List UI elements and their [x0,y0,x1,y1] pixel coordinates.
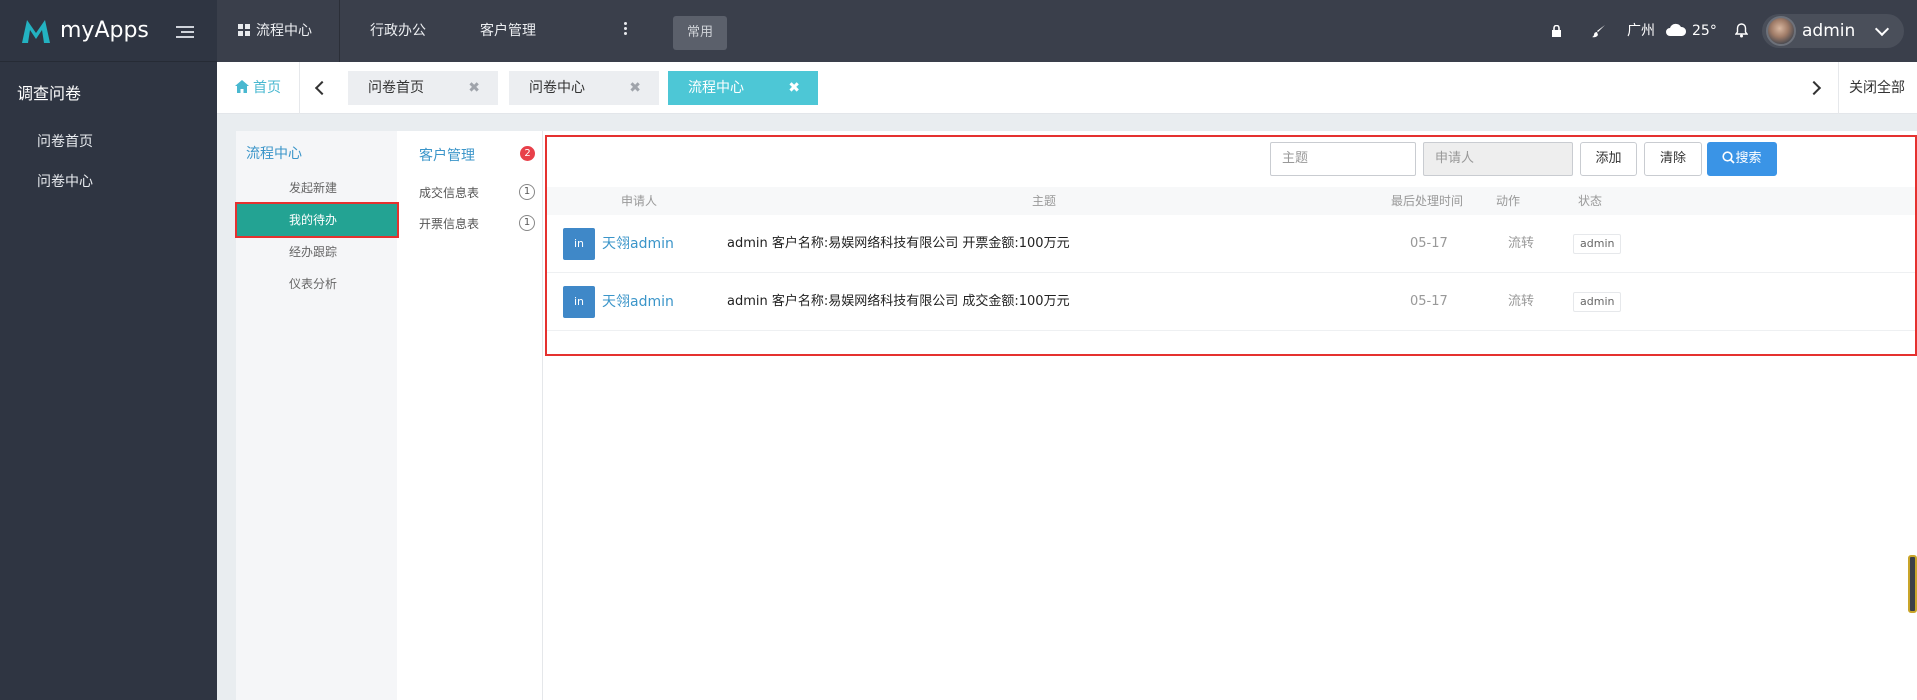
tab-flow-center[interactable]: 流程中心 ✖ [668,71,818,105]
divider [299,62,300,114]
flow-menu-title[interactable]: 流程中心 [246,143,302,163]
top-navigation: 流程中心 行政办公 客户管理 常用 广州 25° admin [217,0,1917,62]
count-badge: 2 [520,146,535,161]
cloud-icon [1666,23,1687,36]
category-item-deal[interactable]: 成交信息表 [419,184,479,201]
topnav-label: 流程中心 [256,23,312,39]
bell-icon[interactable] [1735,23,1748,38]
divider [339,0,340,62]
topnav-item-flow-center[interactable]: 流程中心 [238,0,312,62]
count-badge: 1 [519,184,535,200]
scroll-handle[interactable] [1908,555,1917,613]
brush-icon[interactable] [1592,24,1606,38]
menu-toggle-icon[interactable] [176,26,194,40]
sidebar-section-title[interactable]: 调查问卷 [0,80,217,104]
close-icon[interactable]: ✖ [629,71,641,105]
flow-menu-item-new[interactable]: 发起新建 [236,172,397,204]
category-menu: 客户管理 2 成交信息表 1 开票信息表 1 [397,131,543,700]
app-title: myApps [60,18,149,43]
tab-survey-home[interactable]: 问卷首页 ✖ [348,71,498,105]
home-icon [235,80,249,93]
sidebar-item-survey-home[interactable]: 问卷首页 [0,122,217,162]
tabs-bar: 首页 问卷首页 ✖ 问卷中心 ✖ 流程中心 ✖ 关闭全部 [217,62,1917,114]
highlight-box [545,135,1917,356]
topnav-item-admin-office[interactable]: 行政办公 [370,0,426,62]
category-menu-title[interactable]: 客户管理 [419,145,475,165]
lock-icon[interactable] [1551,25,1562,37]
sidebar-item-survey-center[interactable]: 问卷中心 [0,162,217,202]
chevron-left-icon[interactable] [314,80,330,96]
tab-home[interactable]: 首页 [235,62,281,114]
close-icon[interactable]: ✖ [468,71,480,105]
tab-label: 问卷首页 [368,80,424,96]
tab-home-label: 首页 [253,80,281,96]
chevron-right-icon[interactable] [1806,80,1822,96]
sidebar: myApps 调查问卷 问卷首页 问卷中心 [0,0,217,700]
user-name[interactable]: admin [1802,0,1855,62]
tab-label: 问卷中心 [529,80,585,96]
common-button[interactable]: 常用 [673,16,727,50]
category-item-invoice[interactable]: 开票信息表 [419,215,479,232]
count-badge: 1 [519,215,535,231]
tab-survey-center[interactable]: 问卷中心 ✖ [509,71,659,105]
topnav-item-customer-mgmt[interactable]: 客户管理 [480,0,536,62]
divider [1838,62,1839,114]
flow-menu-item-tracking[interactable]: 经办跟踪 [236,236,397,268]
city-label: 广州 [1627,23,1655,39]
sidebar-section: 调查问卷 问卷首页 问卷中心 [0,62,217,202]
close-all-button[interactable]: 关闭全部 [1849,62,1905,114]
m-logo-icon [22,19,50,43]
close-icon[interactable]: ✖ [788,71,800,105]
main-content: 流程中心 发起新建 我的待办 经办跟踪 仪表分析 客户管理 2 成交信息表 1 … [235,131,1917,700]
avatar[interactable] [1766,16,1796,46]
flow-menu-item-dashboard[interactable]: 仪表分析 [236,268,397,300]
more-options-icon[interactable] [624,22,628,38]
tab-label: 流程中心 [688,80,744,96]
temperature-label: 25° [1692,23,1717,39]
grid-icon [238,24,250,36]
highlight-box [235,202,399,238]
